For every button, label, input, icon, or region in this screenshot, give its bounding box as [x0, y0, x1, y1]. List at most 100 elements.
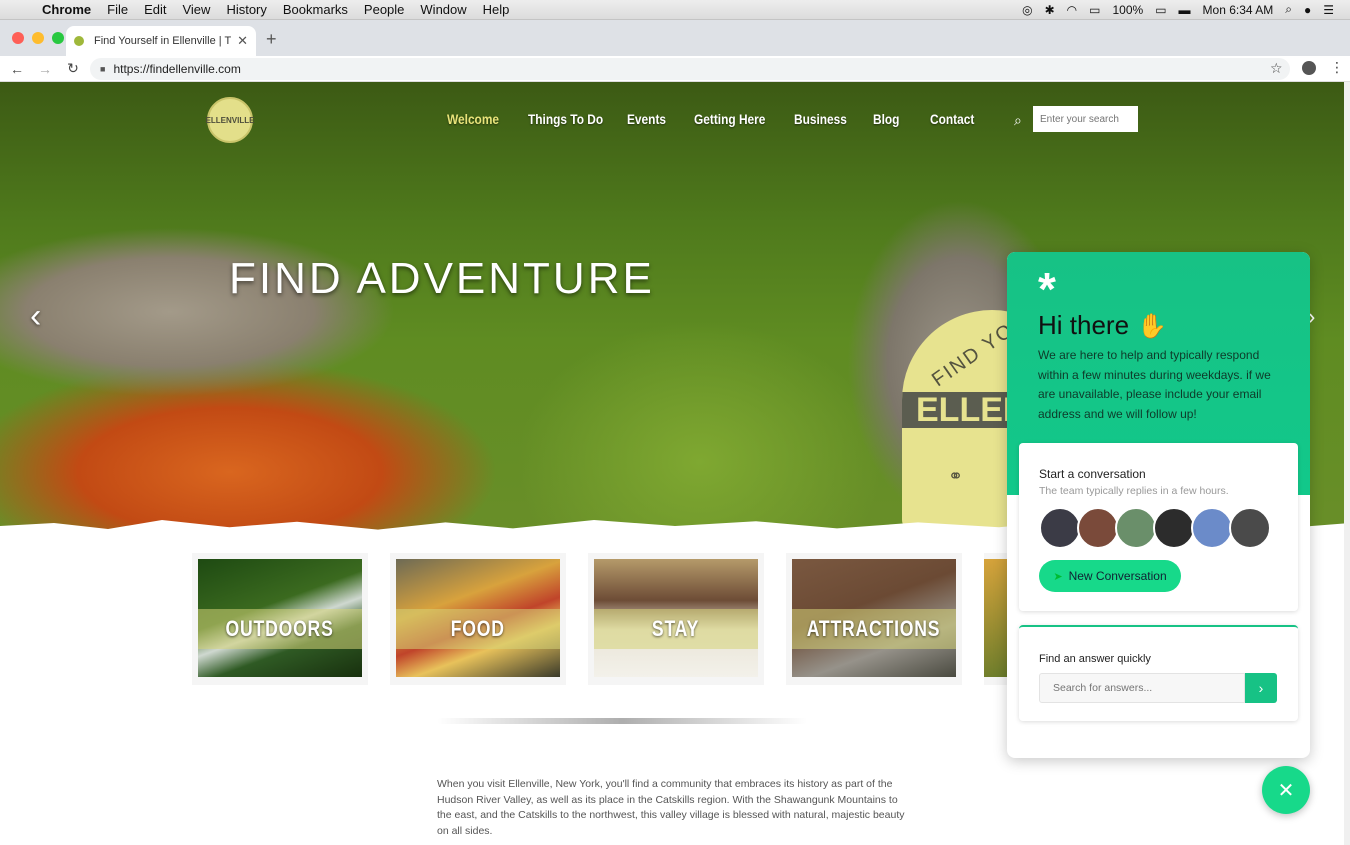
tile-outdoors[interactable]: OUTDOORS: [192, 553, 368, 685]
chevron-right-icon[interactable]: ›: [1245, 673, 1277, 703]
answer-search-input[interactable]: [1039, 673, 1245, 703]
nav-contact[interactable]: Contact: [930, 111, 981, 127]
new-conversation-label: New Conversation: [1068, 569, 1167, 583]
window-controls: [12, 32, 64, 44]
input-flag-icon[interactable]: ▬: [1173, 3, 1197, 17]
notification-center-icon[interactable]: ☰: [1317, 3, 1340, 17]
siri-icon[interactable]: ●: [1298, 3, 1317, 17]
url-text[interactable]: https://findellenville.com: [113, 62, 240, 76]
menu-edit[interactable]: Edit: [136, 0, 174, 20]
menu-app-name[interactable]: Chrome: [34, 0, 99, 20]
search-icon[interactable]: ⌕: [1014, 112, 1022, 129]
browser-toolbar: ← → ↻ ■ https://findellenville.com ☆ ⋮: [0, 56, 1350, 82]
reply-time-text: The team typically replies in a few hour…: [1039, 485, 1229, 497]
asterisk-logo-icon: *: [1038, 263, 1056, 315]
tile-label: ATTRACTIONS: [807, 616, 941, 641]
tile-image: FOOD: [396, 559, 560, 677]
nav-blog[interactable]: Blog: [873, 111, 921, 127]
start-conversation-title: Start a conversation: [1039, 467, 1146, 481]
avatar: [1039, 507, 1081, 549]
menu-bookmarks[interactable]: Bookmarks: [275, 0, 356, 20]
nav-getting-here[interactable]: Getting Here: [694, 111, 779, 127]
find-answer-title: Find an answer quickly: [1039, 653, 1151, 665]
menu-view[interactable]: View: [174, 0, 218, 20]
tile-food[interactable]: FOOD: [390, 553, 566, 685]
clock[interactable]: Mon 6:34 AM: [1197, 3, 1280, 17]
tile-label: FOOD: [450, 616, 506, 641]
back-icon[interactable]: ←: [6, 61, 28, 77]
nav-business[interactable]: Business: [794, 111, 861, 127]
avatar: [1115, 507, 1157, 549]
start-conversation-card: Start a conversation The team typically …: [1019, 443, 1298, 611]
team-avatars: [1039, 507, 1271, 549]
nav-events[interactable]: Events: [627, 111, 684, 127]
site-search-input[interactable]: [1033, 106, 1138, 132]
tile-label: OUTDOORS: [225, 616, 335, 641]
avatar: [1191, 507, 1233, 549]
chrome-menu-icon[interactable]: ⋮: [1330, 59, 1344, 76]
tile-image: OUTDOORS: [198, 559, 362, 677]
profile-avatar-icon[interactable]: [1302, 61, 1316, 75]
site-logo[interactable]: ELLENVILLE: [205, 97, 255, 143]
badge-top-text: FIND YO: [927, 318, 1019, 392]
forward-icon[interactable]: →: [34, 61, 56, 77]
close-tab-icon[interactable]: ✕: [237, 33, 248, 49]
chat-intro-message: We are here to help and typically respon…: [1038, 348, 1271, 421]
menu-help[interactable]: Help: [475, 0, 518, 20]
main-nav: Welcome Things To Do Events Getting Here…: [447, 111, 990, 127]
favicon-icon: [74, 36, 84, 46]
chat-widget: * Hi there ✋ We are here to help and typi…: [1007, 252, 1310, 758]
spotlight-icon[interactable]: ⌕: [1279, 2, 1298, 17]
tile-attractions[interactable]: ATTRACTIONS: [786, 553, 962, 685]
page-scrollbar[interactable]: [1344, 82, 1350, 845]
battery-percent[interactable]: 100%: [1106, 3, 1149, 17]
nav-things-to-do[interactable]: Things To Do: [528, 111, 612, 127]
menu-file[interactable]: File: [99, 0, 136, 20]
section-divider: [437, 718, 807, 724]
tab-strip: Find Yourself in Ellenville | Trav ✕ +: [0, 20, 1350, 56]
tile-image: STAY: [594, 559, 758, 677]
browser-tab[interactable]: Find Yourself in Ellenville | Trav ✕: [66, 26, 256, 56]
new-conversation-button[interactable]: ➤ New Conversation: [1039, 560, 1181, 592]
avatar: [1229, 507, 1271, 549]
menu-history[interactable]: History: [218, 0, 274, 20]
bookmark-star-icon[interactable]: ☆: [1270, 60, 1283, 77]
close-icon: ✕: [1277, 779, 1295, 802]
chat-close-button[interactable]: ✕: [1262, 766, 1310, 814]
logo-text: ELLENVILLE: [205, 115, 255, 125]
airplay-icon[interactable]: ▭: [1083, 3, 1106, 17]
chat-greeting: Hi there ✋: [1038, 310, 1167, 341]
new-tab-icon[interactable]: +: [266, 29, 277, 50]
avatar: [1077, 507, 1119, 549]
os-menubar: Chrome File Edit View History Bookmarks …: [0, 0, 1350, 20]
status-area: ◎ ✱ ◠ ▭ 100% ▭ ▬ Mon 6:34 AM ⌕ ● ☰: [1016, 2, 1350, 17]
nav-welcome[interactable]: Welcome: [447, 111, 516, 127]
send-icon: ➤: [1053, 570, 1063, 583]
zoom-window-button[interactable]: [52, 32, 64, 44]
battery-icon[interactable]: ▭: [1149, 3, 1172, 17]
avatar: [1153, 507, 1195, 549]
tile-stay[interactable]: STAY: [588, 553, 764, 685]
bicycle-icon: ⚭: [948, 466, 964, 486]
hero-title: FIND ADVENTURE: [229, 254, 655, 303]
address-bar[interactable]: ■ https://findellenville.com: [90, 58, 1290, 80]
creative-cloud-icon[interactable]: ◎: [1016, 3, 1038, 17]
intro-paragraph: When you visit Ellenville, New York, you…: [437, 778, 905, 837]
menu-people[interactable]: People: [356, 0, 412, 20]
find-answer-card: Find an answer quickly ›: [1019, 625, 1298, 721]
menu-window[interactable]: Window: [412, 0, 474, 20]
tile-label: STAY: [652, 616, 700, 641]
tile-image: ATTRACTIONS: [792, 559, 956, 677]
category-tiles: OUTDOORS FOOD STAY ATTRACTIONS: [192, 553, 1008, 685]
slider-prev-icon[interactable]: ‹: [30, 297, 41, 336]
tile-image: [984, 559, 1008, 677]
bluetooth-icon[interactable]: ✱: [1039, 3, 1061, 17]
close-window-button[interactable]: [12, 32, 24, 44]
reload-icon[interactable]: ↻: [62, 60, 84, 77]
lock-icon[interactable]: ■: [100, 64, 105, 74]
wifi-icon[interactable]: ◠: [1061, 3, 1083, 17]
tab-title: Find Yourself in Ellenville | Trav: [94, 35, 232, 47]
greeting-text: Hi there: [1038, 310, 1130, 340]
tile-partial[interactable]: [984, 553, 1008, 685]
minimize-window-button[interactable]: [32, 32, 44, 44]
